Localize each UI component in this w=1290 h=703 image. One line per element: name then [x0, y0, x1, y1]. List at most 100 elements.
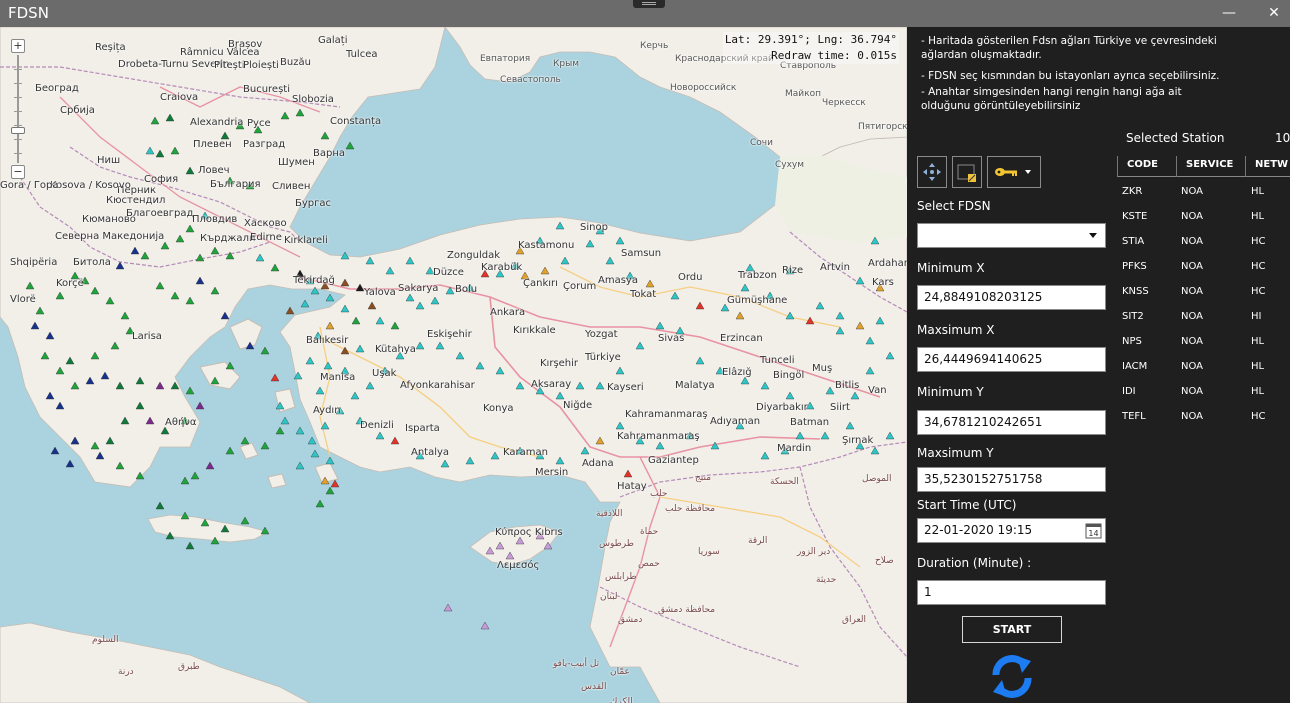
place-label: Kahramanmaraş	[625, 409, 708, 420]
station-marker[interactable]	[270, 373, 280, 382]
place-label: Сливен	[272, 181, 311, 192]
duration-label: Duration (Minute) :	[917, 556, 1032, 570]
place-label: Кърджали	[200, 233, 256, 244]
table-row[interactable]: IDI NOA HL	[1117, 380, 1290, 405]
station-marker[interactable]	[443, 603, 453, 612]
station-marker[interactable]	[325, 456, 335, 465]
min-x-label: Minimum X	[917, 261, 985, 275]
refresh-icon[interactable]	[986, 651, 1038, 701]
selected-station-title: Selected Station	[1126, 131, 1225, 145]
start-time-picker[interactable]: 22-01-2020 19:15 14	[917, 518, 1106, 543]
column-header[interactable]: SERVICE	[1186, 159, 1233, 170]
place-label: طبرق	[178, 662, 200, 672]
calendar-day: 14	[1088, 529, 1098, 538]
max-y-label: Maxsimum Y	[917, 446, 994, 460]
place-label: Шумен	[278, 157, 315, 168]
column-header[interactable]: NETW	[1255, 159, 1288, 170]
place-label: Tunceli	[760, 355, 795, 366]
station-marker[interactable]	[295, 461, 305, 470]
table-row[interactable]: KSTE NOA HL	[1117, 205, 1290, 230]
station-marker[interactable]	[260, 346, 270, 355]
close-button[interactable]: ✕	[1263, 2, 1285, 24]
network-key-dropdown[interactable]	[987, 156, 1041, 188]
station-marker[interactable]	[285, 306, 295, 315]
rectangle-select-button[interactable]	[952, 156, 982, 188]
zoom-in-button[interactable]: +	[11, 39, 25, 53]
place-label: Ankara	[490, 307, 526, 318]
station-marker[interactable]	[155, 501, 165, 510]
pan-tool-button[interactable]	[917, 156, 947, 188]
station-marker[interactable]	[50, 446, 60, 455]
station-marker[interactable]	[185, 541, 195, 550]
station-service: NOA	[1181, 336, 1204, 347]
table-header: CODE SERVICE NETW	[1117, 154, 1290, 177]
place-label: Благоевград	[126, 208, 194, 219]
max-y-input[interactable]: 35,5230152751758	[917, 467, 1106, 492]
station-network: HC	[1251, 286, 1266, 297]
min-y-input[interactable]: 34,6781210242651	[917, 410, 1106, 435]
station-marker[interactable]	[275, 426, 285, 435]
zoom-slider-handle[interactable]	[11, 127, 25, 134]
place-label: Крым	[553, 59, 579, 69]
station-marker[interactable]	[325, 293, 335, 302]
max-x-input[interactable]: 26,4449694140625	[917, 347, 1106, 372]
place-label: Reșița	[95, 42, 126, 53]
station-marker[interactable]	[240, 436, 250, 445]
station-marker[interactable]	[300, 299, 310, 308]
station-marker[interactable]	[180, 476, 190, 485]
station-marker[interactable]	[205, 461, 215, 470]
station-marker[interactable]	[185, 386, 195, 395]
station-code: TEFL	[1122, 411, 1146, 422]
max-x-label: Maxsimum X	[917, 323, 995, 337]
station-marker[interactable]	[315, 499, 325, 508]
station-marker[interactable]	[190, 471, 200, 480]
place-label: Siirt	[830, 402, 850, 413]
min-x-input[interactable]: 24,8849108203125	[917, 285, 1106, 310]
place-label: Αθήνα	[165, 417, 197, 428]
duration-input[interactable]: 1	[917, 580, 1106, 605]
info-text: - Haritada gösterilen Fdsn ağları Türkiy…	[921, 34, 1221, 120]
station-marker[interactable]	[240, 516, 250, 525]
place-label: Майкоп	[785, 89, 821, 99]
station-marker[interactable]	[225, 446, 235, 455]
column-header[interactable]: CODE	[1127, 159, 1158, 170]
table-row[interactable]: KNSS NOA HC	[1117, 280, 1290, 305]
place-label: Београд	[35, 83, 79, 94]
place-label: حديثة	[816, 575, 837, 585]
station-marker[interactable]	[330, 479, 340, 488]
station-marker[interactable]	[307, 436, 317, 445]
start-button[interactable]: START	[962, 616, 1062, 643]
station-marker[interactable]	[325, 486, 335, 495]
station-marker[interactable]	[280, 416, 290, 425]
place-label: Batman	[790, 417, 830, 428]
station-marker[interactable]	[480, 621, 490, 630]
table-row[interactable]: TEFL NOA HC	[1117, 405, 1290, 430]
table-row[interactable]: ZKR NOA HL	[1117, 180, 1290, 205]
station-marker[interactable]	[310, 449, 320, 458]
station-marker[interactable]	[180, 511, 190, 520]
select-fdsn-dropdown[interactable]	[917, 223, 1106, 248]
station-marker[interactable]	[295, 426, 305, 435]
station-marker[interactable]	[65, 459, 75, 468]
place-label: Buzău	[280, 57, 311, 68]
redraw-time-text: Redraw time: 0.015s	[771, 49, 897, 62]
drag-handle-icon[interactable]	[633, 0, 665, 8]
place-label: Van	[868, 385, 887, 396]
calendar-icon[interactable]: 14	[1085, 522, 1102, 539]
table-row[interactable]: IACM NOA HL	[1117, 355, 1290, 380]
station-marker[interactable]	[195, 401, 205, 410]
place-label: Aksaray	[531, 379, 572, 390]
zoom-out-button[interactable]: −	[11, 165, 25, 179]
place-label: Битола	[73, 257, 111, 268]
table-row[interactable]: PFKS NOA HC	[1117, 255, 1290, 280]
zoom-control[interactable]: + −	[11, 39, 25, 179]
minimize-button[interactable]: —	[1218, 2, 1240, 24]
station-marker[interactable]	[345, 141, 355, 150]
station-map[interactable]: Galați Tulcea Brașov Reșița Râmnicu Vâlcea Dr…	[0, 27, 907, 703]
station-marker[interactable]	[260, 441, 270, 450]
table-row[interactable]: NPS NOA HL	[1117, 330, 1290, 355]
station-service: NOA	[1181, 311, 1204, 322]
zoom-slider-track[interactable]	[17, 55, 19, 163]
table-row[interactable]: SIT2 NOA HI	[1117, 305, 1290, 330]
table-row[interactable]: STIA NOA HC	[1117, 230, 1290, 255]
